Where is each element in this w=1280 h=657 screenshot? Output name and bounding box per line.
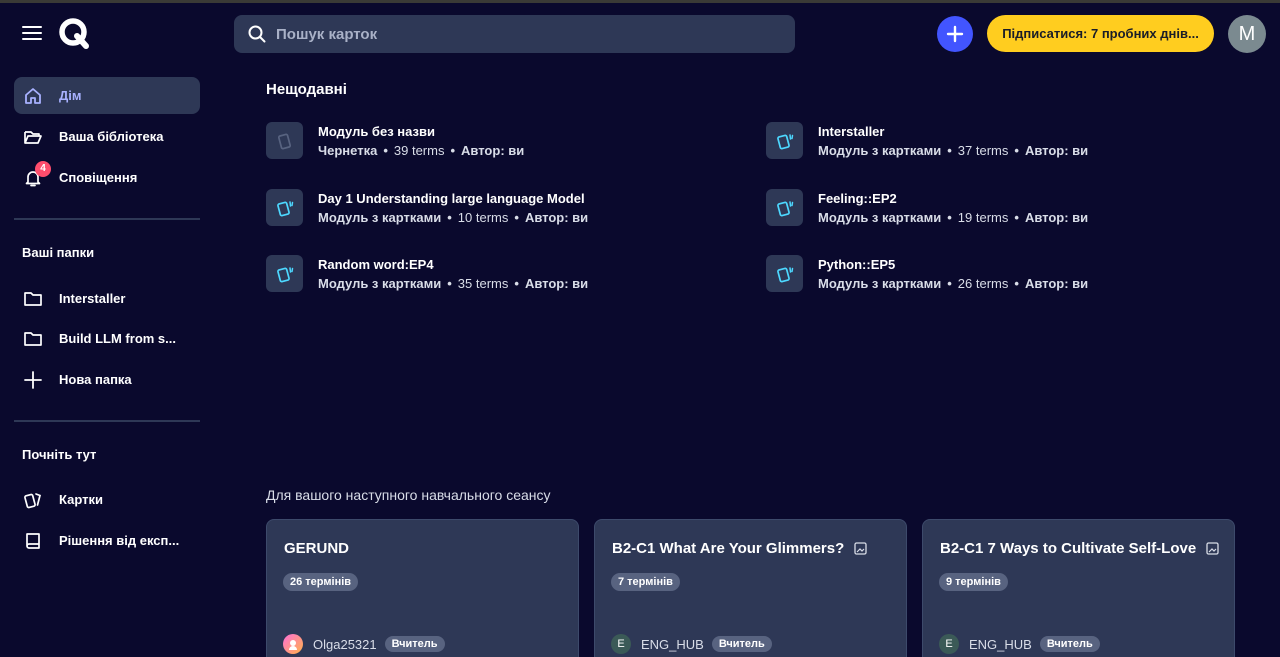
sidebar-item-notifications[interactable]: 4 Сповіщення (14, 159, 200, 196)
search-bar[interactable] (234, 15, 795, 53)
sidebar-item-label: Ваша бібліотека (59, 129, 164, 144)
folder-open-icon (23, 127, 43, 147)
sidebar-item-label: Сповіщення (59, 170, 138, 185)
window-top-border (0, 0, 1280, 3)
recent-item-title: Interstaller (818, 124, 885, 139)
recent-item-meta: Модуль з картками • 19 terms • Автор: ви (818, 210, 1089, 225)
folder-icon (23, 329, 43, 349)
search-icon (248, 25, 266, 43)
recent-item-meta: Модуль з картками • 35 terms • Автор: ви (318, 276, 589, 291)
author-name: ENG_HUB (969, 636, 1032, 652)
cards-icon (23, 490, 43, 510)
user-avatar[interactable]: M (1228, 15, 1266, 53)
terms-count-badge: 7 термінів (611, 573, 680, 591)
card-author[interactable]: E ENG_HUB Вчитель (939, 634, 1100, 654)
menu-icon[interactable] (22, 25, 42, 41)
sidebar-divider (14, 218, 200, 220)
card-author[interactable]: E ENG_HUB Вчитель (611, 634, 772, 654)
recent-item-title: Day 1 Understanding large language Model (318, 191, 585, 206)
sidebar-item-label: Build LLM from s... (59, 331, 176, 346)
sidebar-item-label: Дім (59, 88, 82, 103)
recent-item-title: Random word:EP4 (318, 257, 434, 272)
recent-item[interactable]: Day 1 Understanding large language Model… (266, 189, 588, 226)
bell-icon: 4 (23, 160, 51, 188)
recent-heading: Нещодавні (266, 81, 347, 98)
author-name: ENG_HUB (641, 636, 704, 652)
terms-count-badge: 9 термінів (939, 573, 1008, 591)
sidebar-item-label: Interstaller (59, 291, 126, 306)
flashcard-set-icon (766, 122, 803, 159)
folders-heading: Ваші папки (22, 245, 95, 260)
flashcard-set-icon (766, 255, 803, 292)
recent-item[interactable]: Random word:EP4 Модуль з картками • 35 ter… (266, 255, 588, 292)
start-heading: Почніть тут (22, 447, 97, 462)
search-input[interactable] (276, 25, 756, 43)
recent-item[interactable]: Python::EP5 Модуль з картками • 26 terms • А… (766, 255, 1088, 292)
draft-set-icon (266, 122, 303, 159)
plus-icon (23, 370, 43, 390)
recent-item[interactable]: Interstaller Модуль з картками • 37 terms •… (766, 122, 1088, 159)
sidebar-item-library[interactable]: Ваша бібліотека (14, 118, 200, 155)
book-icon (23, 531, 43, 551)
sidebar-folder-interstaller[interactable]: Interstaller (14, 280, 200, 317)
card-title: GERUND (284, 540, 350, 557)
author-avatar (283, 634, 303, 654)
author-name: Olga25321 (313, 636, 377, 652)
sidebar-divider (14, 420, 200, 422)
folder-icon (23, 289, 43, 309)
subscribe-button[interactable]: Підписатися: 7 пробних днів... (987, 15, 1214, 52)
sidebar-item-label: Нова папка (59, 372, 132, 387)
role-badge: Вчитель (711, 636, 772, 652)
quizlet-logo[interactable] (58, 17, 90, 49)
sidebar-folder-build-llm[interactable]: Build LLM from s... (14, 320, 200, 357)
card-title: B2-C1 What Are Your Glimmers? (612, 540, 867, 557)
terms-count-badge: 26 термінів (283, 573, 359, 591)
recent-item-title: Модуль без назви (318, 124, 435, 139)
image-icon (854, 542, 867, 555)
recent-item[interactable]: Модуль без назви Чернетка • 39 terms • Автор… (266, 122, 524, 159)
image-icon (1206, 542, 1219, 555)
recent-item-title: Feeling::EP2 (818, 191, 897, 206)
new-folder-button[interactable]: Нова папка (14, 361, 200, 398)
card-title: B2-C1 7 Ways to Cultivate Self-Love (940, 540, 1219, 557)
recent-item-meta: Чернетка • 39 terms • Автор: ви (318, 143, 525, 158)
card-author[interactable]: Olga25321 Вчитель (283, 634, 445, 654)
notification-badge: 4 (35, 160, 51, 177)
flashcard-set-icon (266, 255, 303, 292)
sidebar-item-label: Картки (59, 492, 103, 507)
recent-item-meta: Модуль з картками • 10 terms • Автор: ви (318, 210, 589, 225)
author-avatar: E (939, 634, 959, 654)
recent-item[interactable]: Feeling::EP2 Модуль з картками • 19 terms •… (766, 189, 1088, 226)
flashcard-set-icon (266, 189, 303, 226)
sidebar-item-home[interactable]: Дім (14, 77, 200, 114)
role-badge: Вчитель (1039, 636, 1100, 652)
author-avatar: E (611, 634, 631, 654)
recent-item-title: Python::EP5 (818, 257, 896, 272)
study-set-card[interactable]: B2-C1 What Are Your Glimmers? 7 термінів… (594, 519, 907, 657)
sidebar-item-flashcards[interactable]: Картки (14, 481, 200, 518)
sidebar-item-expert-solutions[interactable]: Рішення від експ... (14, 522, 200, 559)
flashcard-set-icon (766, 189, 803, 226)
create-button[interactable] (937, 16, 973, 52)
home-icon (23, 86, 43, 106)
sidebar-item-label: Рішення від експ... (59, 533, 180, 548)
plus-icon (946, 25, 964, 43)
study-set-card[interactable]: B2-C1 7 Ways to Cultivate Self-Love 9 те… (922, 519, 1235, 657)
role-badge: Вчитель (384, 636, 445, 652)
study-set-card[interactable]: GERUND 26 термінів Olga25321 Вчитель (266, 519, 579, 657)
recent-item-meta: Модуль з картками • 26 terms • Автор: ви (818, 276, 1089, 291)
next-session-heading: Для вашого наступного навчального сеансу (266, 487, 551, 503)
recent-item-meta: Модуль з картками • 37 terms • Автор: ви (818, 143, 1089, 158)
